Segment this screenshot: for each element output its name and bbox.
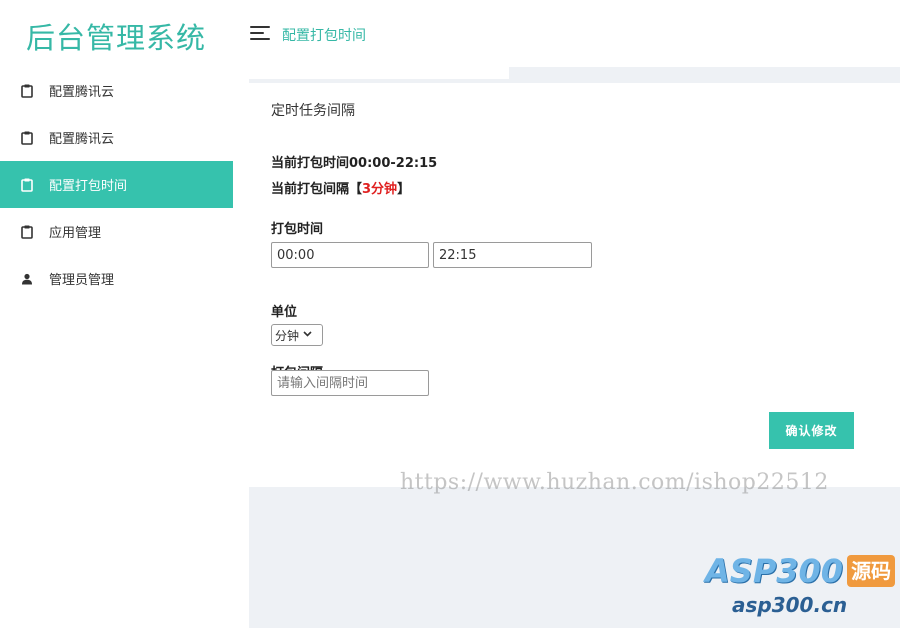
sidebar: 后台管理系统 配置腾讯云 配置腾讯云 配置打包时间 应用管理 管理员管理 bbox=[0, 0, 233, 628]
watermark-site: asp300.cn bbox=[732, 593, 848, 617]
clipboard-icon bbox=[20, 177, 34, 192]
sidebar-item-admin-management[interactable]: 管理员管理 bbox=[0, 255, 233, 302]
sidebar-item-tencent-cloud-1[interactable]: 配置腾讯云 bbox=[0, 67, 233, 114]
content-gutter bbox=[233, 79, 249, 628]
sidebar-item-label: 应用管理 bbox=[49, 226, 102, 241]
confirm-button[interactable]: 确认修改 bbox=[769, 412, 854, 449]
card-title: 定时任务间隔 bbox=[271, 103, 355, 119]
current-pack-time: 当前打包时间00:00-22:15 bbox=[271, 156, 438, 171]
sidebar-item-pack-time[interactable]: 配置打包时间 bbox=[0, 161, 233, 208]
sidebar-item-tencent-cloud-2[interactable]: 配置腾讯云 bbox=[0, 114, 233, 161]
tab-strip bbox=[233, 67, 509, 79]
unit-label: 单位 bbox=[271, 305, 298, 320]
main-content: 定时任务间隔 当前打包时间00:00-22:15 当前打包间隔【3分钟】 打包时… bbox=[233, 67, 900, 628]
app-title: 后台管理系统 bbox=[26, 21, 207, 55]
menu-toggle-icon[interactable] bbox=[250, 26, 270, 40]
sidebar-item-label: 配置打包时间 bbox=[49, 179, 128, 194]
watermark-logo-text: ASP300 bbox=[705, 552, 844, 590]
sidebar-menu: 配置腾讯云 配置腾讯云 配置打包时间 应用管理 管理员管理 bbox=[0, 67, 233, 302]
breadcrumb: 配置打包时间 bbox=[282, 28, 366, 44]
sidebar-item-label: 配置腾讯云 bbox=[49, 132, 115, 147]
sidebar-item-app-management[interactable]: 应用管理 bbox=[0, 208, 233, 255]
pack-time-label: 打包时间 bbox=[271, 222, 324, 237]
top-header: 配置打包时间 bbox=[233, 0, 900, 67]
clipboard-icon bbox=[20, 83, 34, 98]
clipboard-icon bbox=[20, 130, 34, 145]
watermark-url: https://www.huzhan.com/ishop22512 bbox=[400, 470, 829, 495]
current-pack-interval: 当前打包间隔【3分钟】 bbox=[271, 182, 411, 197]
sidebar-item-label: 配置腾讯云 bbox=[49, 85, 115, 100]
chevron-down-icon bbox=[303, 330, 312, 340]
unit-select-value: 分钟 bbox=[275, 328, 300, 343]
watermark-logo: ASP300 源码 bbox=[705, 552, 896, 590]
settings-card: 定时任务间隔 当前打包时间00:00-22:15 当前打包间隔【3分钟】 打包时… bbox=[249, 83, 900, 487]
sidebar-item-label: 管理员管理 bbox=[49, 273, 115, 288]
interval-highlight: 3分钟 bbox=[362, 182, 398, 197]
clipboard-icon bbox=[20, 224, 34, 239]
interval-input[interactable] bbox=[271, 370, 429, 396]
end-time-input[interactable] bbox=[433, 242, 592, 268]
user-icon bbox=[20, 271, 34, 286]
unit-select[interactable]: 分钟 bbox=[271, 324, 323, 346]
watermark-logo-badge: 源码 bbox=[847, 555, 896, 587]
start-time-input[interactable] bbox=[271, 242, 429, 268]
